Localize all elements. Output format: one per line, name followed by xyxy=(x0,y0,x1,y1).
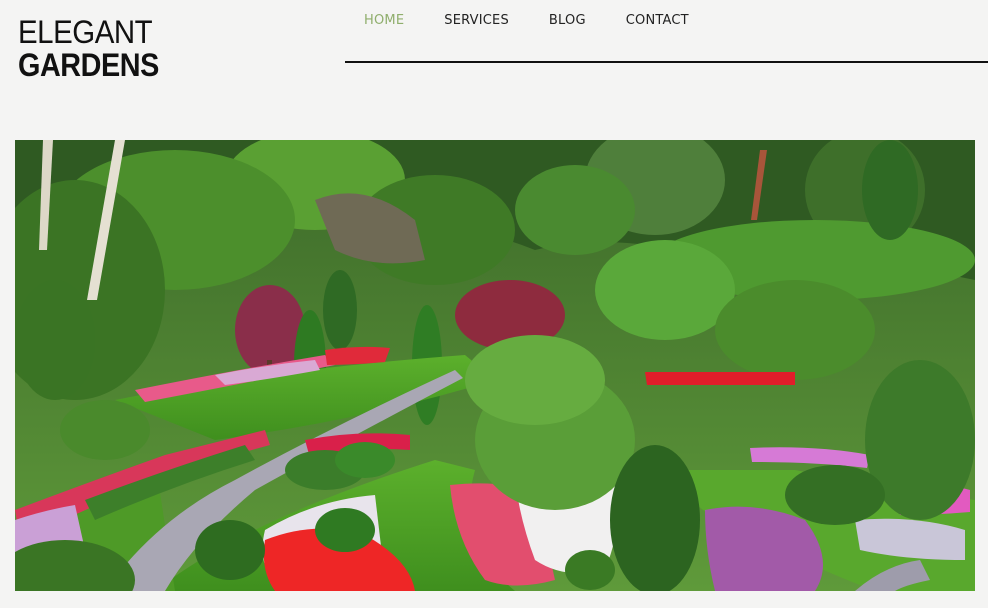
logo-line-gardens: GARDENS xyxy=(18,47,159,83)
nav-item-home[interactable]: HOME xyxy=(364,12,404,30)
garden-illustration xyxy=(15,140,975,591)
site-logo[interactable]: ELEGANT GARDENS xyxy=(18,16,168,82)
hero-garden-image xyxy=(15,140,975,591)
main-navigation: HOME SERVICES BLOG CONTACT xyxy=(345,12,729,30)
nav-item-services[interactable]: SERVICES xyxy=(444,12,509,30)
nav-item-contact[interactable]: CONTACT xyxy=(626,12,689,30)
logo-line-elegant: ELEGANT xyxy=(18,14,153,50)
nav-item-blog[interactable]: BLOG xyxy=(549,12,586,30)
nav-divider xyxy=(345,61,988,63)
